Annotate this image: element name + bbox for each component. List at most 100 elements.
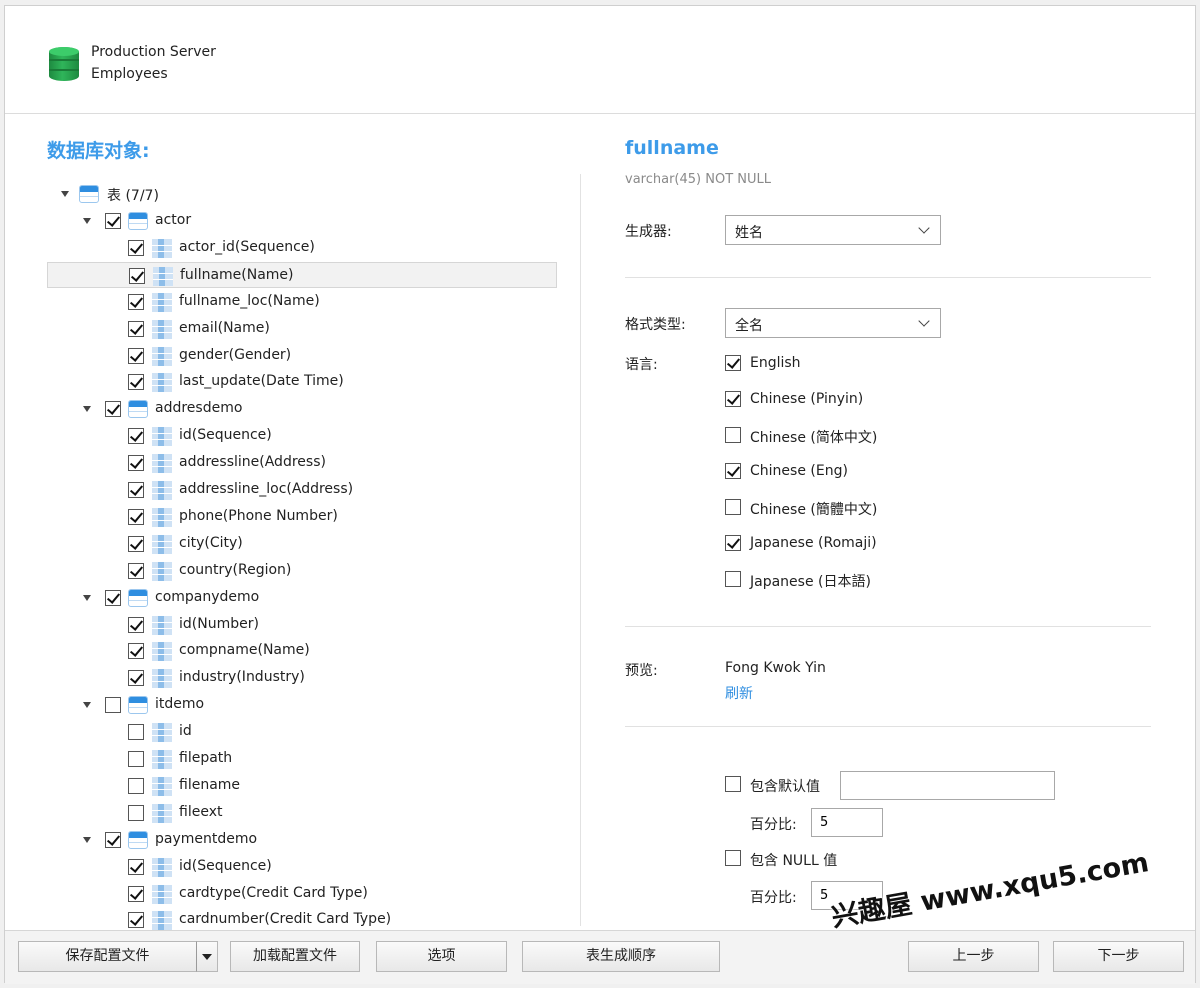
include-default-checkbox[interactable]: [725, 776, 741, 792]
divider: [625, 726, 1151, 727]
column-checkbox[interactable]: [128, 535, 144, 552]
column-checkbox[interactable]: [128, 347, 144, 364]
database-objects-title: 数据库对象:: [47, 140, 150, 162]
language-label: Chinese (簡體中文): [750, 502, 878, 518]
tree-column-node[interactable]: cardtype(Credit Card Type): [47, 881, 557, 907]
tree-table-node[interactable]: paymentdemo: [47, 827, 557, 853]
language-checkbox[interactable]: [725, 391, 741, 407]
column-checkbox[interactable]: [128, 616, 144, 633]
table-checkbox[interactable]: [105, 401, 121, 418]
column-checkbox[interactable]: [128, 482, 144, 498]
save-profile-button[interactable]: 保存配置文件: [18, 941, 197, 972]
options-button[interactable]: 选项: [376, 941, 507, 972]
table-label: itdemo: [155, 696, 205, 713]
tree-column-node[interactable]: gender(Gender): [47, 343, 557, 369]
tree-column-node[interactable]: filepath: [47, 746, 557, 772]
column-checkbox[interactable]: [128, 777, 144, 794]
language-checkbox[interactable]: [725, 535, 741, 551]
column-label: cardnumber(Credit Card Type): [179, 911, 392, 928]
tree-root-tables[interactable]: 表 (7/7): [47, 181, 557, 207]
tree-column-node[interactable]: country(Region): [47, 558, 557, 584]
column-checkbox[interactable]: [128, 643, 144, 660]
column-checkbox[interactable]: [128, 239, 144, 256]
tree-column-node[interactable]: id(Number): [47, 612, 557, 638]
column-checkbox[interactable]: [128, 751, 144, 767]
tree-column-node[interactable]: cardnumber(Credit Card Type): [47, 907, 557, 931]
tree-column-node[interactable]: email(Name): [47, 316, 557, 342]
column-icon: [152, 750, 172, 769]
tree-column-node[interactable]: id(Sequence): [47, 854, 557, 880]
table-checkbox[interactable]: [105, 213, 121, 229]
column-checkbox[interactable]: [128, 885, 144, 902]
column-checkbox[interactable]: [128, 374, 144, 391]
column-checkbox[interactable]: [128, 428, 144, 445]
collapse-arrow-icon[interactable]: [83, 594, 91, 601]
default-value-input[interactable]: [840, 771, 1055, 800]
column-checkbox[interactable]: [128, 858, 144, 875]
format-type-value: 全名: [735, 318, 763, 334]
column-checkbox[interactable]: [128, 320, 144, 337]
tree-column-node[interactable]: addressline(Address): [47, 450, 557, 476]
column-label: id(Number): [179, 615, 259, 632]
tree-table-node[interactable]: itdemo: [47, 692, 557, 718]
object-tree[interactable]: 表 (7/7) actor actor_id(Sequence) fullname(…: [47, 176, 559, 931]
column-checkbox[interactable]: [128, 293, 144, 310]
tree-column-node[interactable]: id(Sequence): [47, 423, 557, 449]
table-checkbox[interactable]: [105, 589, 121, 606]
generator-value: 姓名: [735, 225, 763, 241]
language-checkbox[interactable]: [725, 427, 741, 443]
tree-column-node[interactable]: fullname(Name): [47, 261, 557, 288]
tree-column-node[interactable]: actor_id(Sequence): [47, 235, 557, 261]
previous-button[interactable]: 上一步: [908, 941, 1039, 972]
table-checkbox[interactable]: [105, 831, 121, 848]
column-checkbox[interactable]: [128, 804, 144, 821]
tree-column-node[interactable]: fileext: [47, 800, 557, 826]
panel-splitter[interactable]: [580, 174, 581, 926]
chevron-down-icon: [918, 315, 930, 327]
language-checkbox[interactable]: [725, 571, 741, 587]
tree-column-node[interactable]: addressline_loc(Address): [47, 477, 557, 503]
column-checkbox[interactable]: [128, 562, 144, 579]
tree-column-node[interactable]: industry(Industry): [47, 665, 557, 691]
column-checkbox[interactable]: [128, 670, 144, 687]
collapse-arrow-icon[interactable]: [83, 702, 91, 709]
language-checkbox[interactable]: [725, 463, 741, 479]
tree-column-node[interactable]: filename: [47, 773, 557, 799]
save-profile-dropdown-arrow[interactable]: [196, 941, 218, 972]
connection-header: Production Server Employees: [5, 6, 1195, 114]
include-null-checkbox[interactable]: [725, 850, 741, 866]
column-checkbox[interactable]: [128, 912, 144, 929]
tree-column-node[interactable]: city(City): [47, 531, 557, 557]
next-button[interactable]: 下一步: [1053, 941, 1184, 972]
tree-column-node[interactable]: compname(Name): [47, 638, 557, 664]
collapse-arrow-icon[interactable]: [61, 191, 69, 197]
language-checkbox[interactable]: [725, 499, 741, 515]
generator-select[interactable]: 姓名: [725, 215, 941, 245]
column-checkbox[interactable]: [128, 455, 144, 472]
collapse-arrow-icon[interactable]: [83, 836, 91, 843]
tree-column-node[interactable]: fullname_loc(Name): [47, 289, 557, 315]
table-order-button[interactable]: 表生成顺序: [522, 941, 720, 972]
column-label: fullname_loc(Name): [179, 292, 320, 309]
language-checkbox[interactable]: [725, 355, 741, 371]
column-checkbox[interactable]: [128, 508, 144, 525]
refresh-link[interactable]: 刷新: [725, 683, 753, 703]
divider: [625, 277, 1151, 278]
tree-column-node[interactable]: id: [47, 719, 557, 745]
collapse-arrow-icon[interactable]: [83, 406, 91, 413]
column-label: city(City): [179, 534, 243, 551]
tree-table-node[interactable]: addresdemo: [47, 396, 557, 422]
collapse-arrow-icon[interactable]: [83, 218, 91, 224]
column-checkbox[interactable]: [129, 267, 145, 284]
tree-column-node[interactable]: last_update(Date Time): [47, 369, 557, 395]
load-profile-button[interactable]: 加载配置文件: [230, 941, 360, 972]
tree-table-node[interactable]: actor: [47, 208, 557, 234]
table-checkbox[interactable]: [105, 697, 121, 714]
tree-table-node[interactable]: companydemo: [47, 585, 557, 611]
column-label: cardtype(Credit Card Type): [179, 884, 368, 901]
format-type-select[interactable]: 全名: [725, 308, 941, 338]
bottom-toolbar: 保存配置文件 加载配置文件 选项 表生成顺序 上一步 下一步: [5, 930, 1195, 984]
tree-column-node[interactable]: phone(Phone Number): [47, 504, 557, 530]
column-checkbox[interactable]: [128, 724, 144, 741]
default-percent-input[interactable]: [811, 808, 883, 837]
